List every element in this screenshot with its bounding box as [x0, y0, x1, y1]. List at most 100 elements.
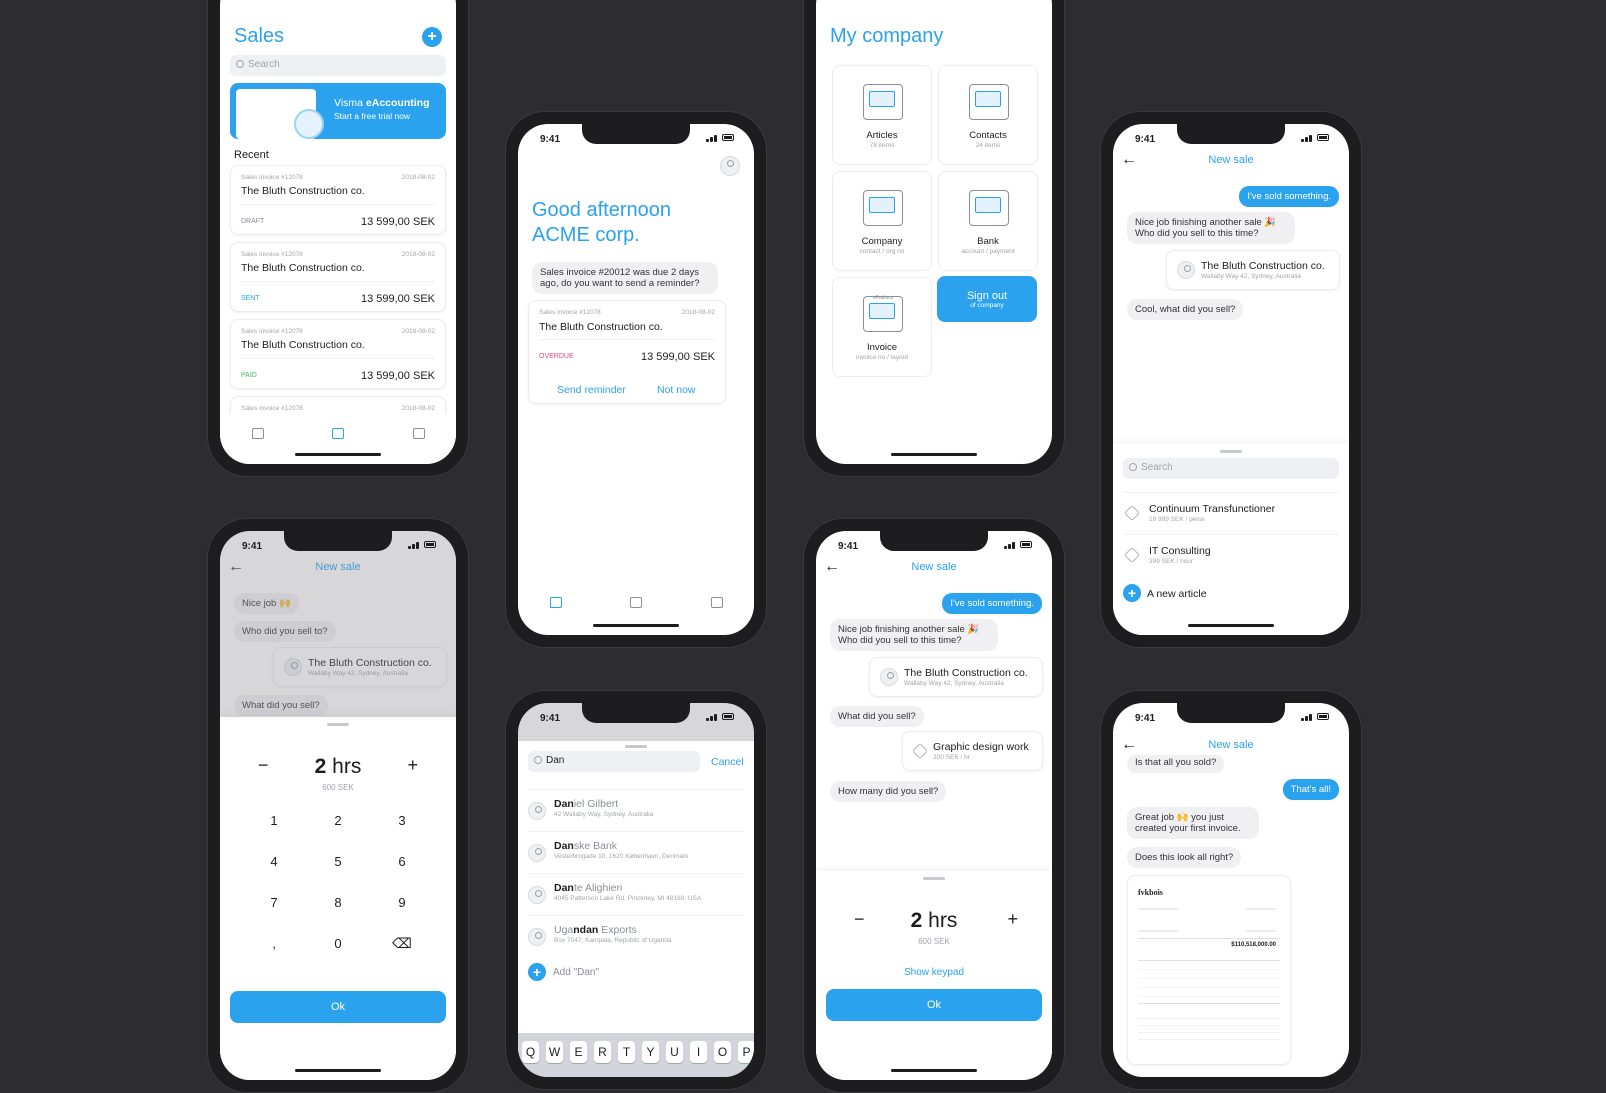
back-arrow-icon[interactable]: ← — [1121, 736, 1137, 754]
keypad-key[interactable]: 8 — [308, 895, 368, 910]
keyboard-key[interactable]: R — [594, 1041, 611, 1063]
keypad-key[interactable]: 5 — [308, 854, 368, 869]
status-badge: PAID — [241, 372, 257, 379]
article-search-input[interactable]: Search — [1123, 458, 1339, 479]
search-input[interactable]: Search — [230, 55, 446, 76]
invoice-card[interactable]: Sales invoice #12078 2018-08-02 The Bluth … — [230, 319, 446, 389]
add-contact-button[interactable]: + Add "Dan" — [528, 963, 728, 985]
phone-sales: Sales + Search Visma eAccounting Start a… — [207, 0, 469, 477]
backspace-key[interactable]: ⌫ — [372, 935, 432, 952]
send-reminder-button[interactable]: Send reminder — [557, 384, 626, 396]
contact-row[interactable]: Dante Alighieri 4045 Patterson Lake Rd, P… — [528, 873, 744, 915]
sign-out-sublabel: of company — [970, 302, 1004, 309]
keyboard-key[interactable]: Q — [522, 1041, 539, 1063]
sales-tab-icon[interactable] — [332, 428, 344, 439]
invoice-card[interactable]: Sales invoice #12078 2018-08-02 The Bluth … — [230, 242, 446, 312]
not-now-button[interactable]: Not now — [657, 384, 696, 396]
invoice-date: 2018-08-02 — [401, 251, 435, 258]
keyboard-key[interactable]: P — [738, 1041, 754, 1063]
keyboard-key[interactable]: Y — [642, 1041, 659, 1063]
increment-button[interactable]: + — [1007, 909, 1018, 930]
back-arrow-icon[interactable]: ← — [1121, 151, 1137, 169]
increment-button[interactable]: + — [407, 755, 418, 776]
sheet-grabber[interactable] — [327, 723, 349, 726]
customer-card[interactable]: The Bluth Construction co. Wallaby Way 4… — [869, 657, 1043, 697]
keyboard-key[interactable]: T — [618, 1041, 635, 1063]
sales-screen: Sales + Search Visma eAccounting Start a… — [220, 0, 456, 464]
new-article-button[interactable]: + A new article — [1123, 582, 1323, 604]
ok-button[interactable]: Ok — [230, 991, 446, 1023]
user-message: I've sold something. — [1239, 186, 1339, 207]
tile-bank[interactable]: Bank account / payment — [938, 171, 1038, 271]
sign-out-button[interactable]: Sign out of company — [937, 276, 1037, 322]
promo-banner[interactable]: Visma eAccounting Start a free trial now — [230, 83, 446, 139]
package-icon — [1124, 505, 1140, 521]
keyboard-key[interactable]: W — [546, 1041, 563, 1063]
ok-button[interactable]: Ok — [826, 989, 1042, 1021]
keypad-key[interactable]: 3 — [372, 813, 432, 828]
invoice-amount: 13 599,00 SEK — [360, 293, 435, 305]
article-picker-sheet: Search Continuum Transfunctioner 19 999 S… — [1113, 444, 1349, 635]
contact-name: Dante Alighieri — [554, 882, 623, 894]
keyboard-key[interactable]: O — [714, 1041, 731, 1063]
contact-row[interactable]: Ugandan Exports Box 7047, Kampala, Republ… — [528, 915, 744, 957]
tile-company[interactable]: Company contact / org no — [832, 171, 932, 271]
overdue-invoice-card[interactable]: Sales invoice #12078 2018-08-02 The Blut… — [528, 300, 726, 404]
article-row[interactable]: IT Consulting 399 SEK / hour — [1123, 534, 1339, 574]
invoice-card[interactable]: Sales invoice #12078 2018-08-02 The Bluth … — [230, 165, 446, 235]
company-tab-icon[interactable] — [413, 428, 425, 439]
contact-avatar — [528, 928, 546, 946]
keypad-key[interactable]: 1 — [244, 813, 304, 828]
invoice-date: 2018-08-02 — [681, 309, 715, 316]
back-arrow-icon[interactable]: ← — [824, 558, 840, 576]
sales-tab-icon[interactable] — [630, 597, 642, 608]
home-indicator — [295, 1069, 381, 1072]
keypad-key[interactable]: 7 — [244, 895, 304, 910]
customer-name: The Bluth Construction co. — [904, 667, 1028, 679]
tile-label: Company — [861, 236, 903, 247]
keyboard-key[interactable]: E — [570, 1041, 587, 1063]
keypad-key[interactable]: 6 — [372, 854, 432, 869]
keypad-key[interactable]: 0 — [308, 936, 368, 951]
bot-message: What did you sell? — [830, 706, 924, 727]
invoice-customer: The Bluth Construction co. — [241, 185, 365, 197]
customer-card[interactable]: The Bluth Construction co. Wallaby Way 4… — [1166, 250, 1340, 290]
keyboard-key[interactable]: I — [690, 1041, 707, 1063]
plus-icon: + — [1123, 584, 1141, 602]
phone-home: 9:41 Good afternoon ACME corp. Sales invo… — [505, 111, 767, 648]
tile-invoice[interactable]: eFaktura Invoice invoice no / layout — [832, 277, 932, 377]
tile-articles[interactable]: Articles 78 items — [832, 65, 932, 165]
contact-address: 42 Wallaby Way, Sydney, Australia — [554, 811, 654, 818]
nav-title: New sale — [1208, 739, 1254, 751]
keypad-key[interactable]: 2 — [308, 813, 368, 828]
chat-tab-icon[interactable] — [252, 428, 264, 439]
invoice-amount: 13 599,00 SEK — [640, 351, 715, 363]
keypad-key[interactable]: 9 — [372, 895, 432, 910]
contact-row[interactable]: Danske Bank Vesterbrogade 10, 1620 Københ… — [528, 831, 744, 873]
article-name: Continuum Transfunctioner — [1149, 503, 1276, 515]
keyboard-key[interactable]: U — [666, 1041, 683, 1063]
invoice-number: Sales invoice #12078 — [241, 405, 303, 412]
keypad-key[interactable]: , — [244, 936, 304, 951]
sheet-grabber[interactable] — [625, 745, 647, 748]
sheet-grabber[interactable] — [1220, 450, 1242, 453]
show-keypad-link[interactable]: Show keypad — [816, 967, 1052, 978]
article-row[interactable]: Continuum Transfunctioner 19 999 SEK / pi… — [1123, 492, 1339, 532]
profile-avatar-button[interactable] — [720, 156, 740, 176]
keypad-key[interactable]: 4 — [244, 854, 304, 869]
article-card[interactable]: Graphic design work 300 SEK / hr — [902, 731, 1043, 771]
add-invoice-button[interactable]: + — [422, 27, 442, 47]
article-name: Graphic design work — [933, 741, 1029, 753]
phone-contacts: 9:41 Dan Cancel Daniel Gilbert 42 Wallaby… — [505, 690, 767, 1090]
tile-label: Invoice — [866, 342, 898, 353]
contact-search-input[interactable]: Dan — [528, 751, 700, 772]
cancel-button[interactable]: Cancel — [711, 756, 744, 768]
chat-tab-icon[interactable] — [550, 597, 562, 608]
contact-row[interactable]: Daniel Gilbert 42 Wallaby Way, Sydney, Au… — [528, 789, 744, 831]
tile-contacts[interactable]: Contacts 24 items — [938, 65, 1038, 165]
greeting: Good afternoon ACME corp. — [532, 199, 671, 246]
invoice-preview[interactable]: fvkbois $110,518,000.00 — [1127, 875, 1291, 1065]
company-tab-icon[interactable] — [711, 597, 723, 608]
efaktura-label: eFaktura — [873, 295, 893, 301]
sheet-grabber[interactable] — [923, 877, 945, 880]
